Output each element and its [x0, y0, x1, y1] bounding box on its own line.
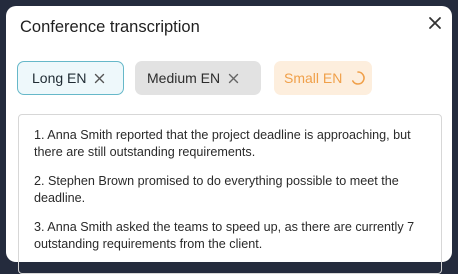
- transcript-panel: 1. Anna Smith reported that the project …: [18, 114, 442, 274]
- chip-label: Small EN: [284, 70, 343, 86]
- close-icon[interactable]: [94, 73, 105, 84]
- dialog-title: Conference transcription: [20, 18, 200, 36]
- chip-medium-en[interactable]: Medium EN: [135, 61, 261, 95]
- chip-long-en[interactable]: Long EN: [17, 61, 124, 95]
- chip-small-en[interactable]: Small EN: [274, 61, 372, 95]
- transcript-item: 3. Anna Smith asked the teams to speed u…: [34, 220, 415, 251]
- chip-label: Medium EN: [147, 70, 221, 86]
- spinner-icon: [350, 70, 366, 86]
- transcription-dialog: Conference transcription Long EN Medium …: [6, 6, 452, 274]
- transcript-item: 2. Stephen Brown promised to do everythi…: [34, 174, 399, 205]
- close-icon: [428, 16, 442, 30]
- transcript-item: 1. Anna Smith reported that the project …: [34, 128, 411, 159]
- close-icon[interactable]: [228, 73, 239, 84]
- chip-label: Long EN: [32, 70, 87, 86]
- close-button[interactable]: [424, 12, 446, 34]
